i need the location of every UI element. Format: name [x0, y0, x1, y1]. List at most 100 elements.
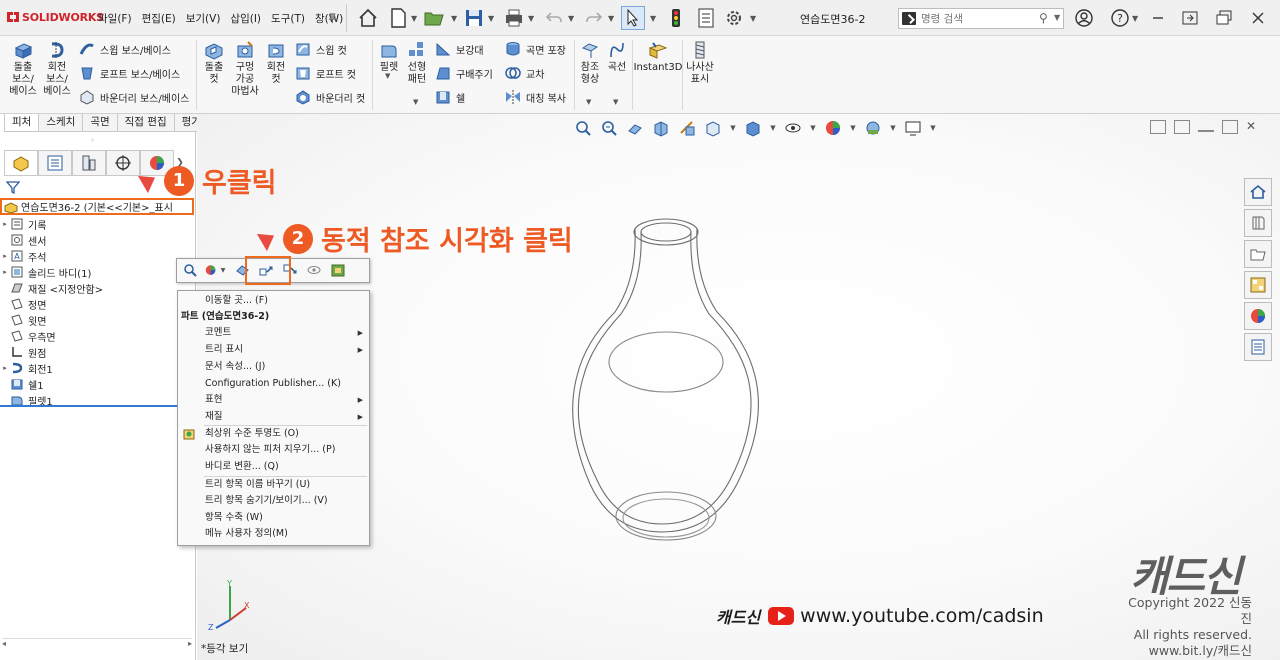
- hole-wizard-button[interactable]: 구멍 가공 마법사: [230, 40, 260, 98]
- tree-item-revolve1[interactable]: ▸ 회전1: [0, 360, 194, 376]
- menu-file[interactable]: 파일(F): [98, 11, 132, 26]
- boundary-cut-button[interactable]: 바운더리 컷: [294, 88, 365, 106]
- menu-tools[interactable]: 도구(T): [271, 11, 305, 26]
- apply-scene-icon[interactable]: [862, 118, 884, 138]
- revolve-cut-button[interactable]: 회전 컷: [262, 40, 290, 86]
- featuremanager-tab-icon[interactable]: [4, 150, 38, 176]
- linear-pattern-button[interactable]: 선형 패턴: [404, 40, 430, 86]
- zoom-to-area-icon[interactable]: [598, 118, 620, 138]
- menu-edit[interactable]: 편집(E): [142, 11, 176, 26]
- cosmetic-thread-button[interactable]: 나사산 표시: [686, 40, 714, 86]
- dynamic-annotation-icon[interactable]: [676, 118, 698, 138]
- loft-cut-button[interactable]: 로프트 컷: [294, 64, 356, 82]
- select-pointer-icon[interactable]: [621, 6, 645, 30]
- menu-item-tree-display[interactable]: 트리 표시 ▶: [178, 342, 369, 358]
- scroll-right-icon[interactable]: ▸: [188, 639, 192, 648]
- tab-surfaces[interactable]: 곡면: [82, 114, 118, 132]
- zoom-to-fit-icon[interactable]: [572, 118, 594, 138]
- tree-item-annotations[interactable]: ▸ A 주석: [0, 248, 194, 264]
- menu-item-rename-tree-item[interactable]: 트리 항목 이름 바꾸기 (U): [178, 477, 369, 493]
- expand-arrow-icon[interactable]: ▸: [0, 268, 10, 276]
- display-style-icon[interactable]: [742, 118, 764, 138]
- search-icon[interactable]: ⚲: [1039, 11, 1048, 25]
- tile-window-icon[interactable]: [1212, 6, 1236, 30]
- menu-view[interactable]: 보기(V): [186, 11, 221, 26]
- design-library-icon[interactable]: [1244, 209, 1272, 237]
- open-folder-icon[interactable]: [422, 6, 446, 30]
- extrude-cut-button[interactable]: 돌출 컷: [200, 40, 228, 86]
- view-orientation-icon[interactable]: [702, 118, 724, 138]
- file-properties-icon[interactable]: [694, 6, 718, 30]
- menu-item-collapse-items[interactable]: 항목 수축 (W): [178, 510, 369, 526]
- scene-dropdown-icon[interactable]: ▼: [888, 118, 898, 138]
- rollback-bar[interactable]: [0, 405, 195, 407]
- pattern-dropdown-icon[interactable]: ▼: [413, 98, 418, 106]
- home-icon[interactable]: [356, 6, 380, 30]
- options-dropdown-icon[interactable]: ▼: [750, 14, 756, 23]
- appearances-scenes-icon[interactable]: [1244, 302, 1272, 330]
- pin-icon[interactable]: [325, 6, 339, 30]
- panel-splitter-handle-icon[interactable]: ◦: [90, 136, 95, 145]
- doc-expand-panel-icon[interactable]: [1174, 120, 1190, 134]
- menu-item-go-to[interactable]: 이동할 곳... (F): [178, 293, 369, 309]
- edit-appearance-icon[interactable]: [822, 118, 844, 138]
- menu-item-material[interactable]: 재질 ▶: [178, 409, 369, 425]
- help-dropdown-icon[interactable]: ▼: [1132, 14, 1138, 23]
- wrap-button[interactable]: 곡면 포장: [504, 40, 566, 58]
- instant3d-button[interactable]: Instant3D: [634, 40, 682, 74]
- select-dropdown-icon[interactable]: ▼: [650, 14, 656, 23]
- boundary-boss-button[interactable]: 바운더리 보스/베이스: [78, 88, 189, 106]
- mirror-button[interactable]: 대칭 복사: [504, 88, 566, 106]
- expand-arrow-icon[interactable]: ▸: [0, 364, 10, 372]
- section-view-icon[interactable]: [650, 118, 672, 138]
- draft-button[interactable]: 구배주기: [434, 64, 493, 82]
- menu-item-top-level-transparency[interactable]: 최상위 수준 투명도 (O): [178, 426, 369, 442]
- tree-item-origin[interactable]: 원점: [0, 344, 194, 360]
- doc-close-icon[interactable]: ✕: [1246, 120, 1262, 134]
- search-input[interactable]: [921, 11, 1031, 26]
- solidworks-logo[interactable]: SOLIDWORKS: [6, 11, 104, 24]
- menu-item-hide-show-tree-items[interactable]: 트리 항목 숨기기/보이기... (V): [178, 493, 369, 509]
- file-explorer-icon[interactable]: [1244, 240, 1272, 268]
- view-settings-icon[interactable]: [902, 118, 924, 138]
- loft-boss-button[interactable]: 로프트 보스/베이스: [78, 64, 180, 82]
- display-style-dropdown-icon[interactable]: ▼: [768, 118, 778, 138]
- sweep-boss-button[interactable]: 스윕 보스/베이스: [78, 40, 171, 58]
- hide-show-items-icon[interactable]: [782, 118, 804, 138]
- undo-dropdown-icon[interactable]: ▼: [568, 14, 574, 23]
- intersect-button[interactable]: 교차: [504, 64, 544, 82]
- expand-arrow-icon[interactable]: ▸: [0, 252, 10, 260]
- reference-geometry-button[interactable]: 참조 형상: [578, 40, 602, 86]
- menu-item-appearance[interactable]: 표현 ▶: [178, 392, 369, 408]
- curves-dropdown-icon[interactable]: ▼: [613, 98, 618, 106]
- doc-minimize-panel-icon[interactable]: [1150, 120, 1166, 134]
- doc-restore-icon[interactable]: [1222, 120, 1238, 134]
- tree-item-solid-bodies[interactable]: ▸ 솔리드 바디(1): [0, 264, 194, 280]
- extrude-boss-button[interactable]: 돌출 보스/ 베이스: [8, 40, 38, 98]
- tree-item-shell1[interactable]: 쉘1: [0, 376, 194, 392]
- tree-item-history[interactable]: ▸ 기록: [0, 216, 194, 232]
- tree-item-material[interactable]: 재질 <지정안함>: [0, 280, 194, 296]
- rib-button[interactable]: 보강대: [434, 40, 484, 58]
- fillet-button[interactable]: 필렛: [376, 40, 402, 74]
- hide-show-dropdown-icon[interactable]: ▼: [808, 118, 818, 138]
- solidworks-resources-icon[interactable]: [1244, 178, 1272, 206]
- view-settings-dropdown-icon[interactable]: ▼: [928, 118, 938, 138]
- revolve-boss-button[interactable]: 회전 보스/ 베이스: [42, 40, 72, 98]
- filter-icon[interactable]: [6, 180, 20, 194]
- doc-minimize-icon[interactable]: [1198, 130, 1214, 132]
- minimize-icon[interactable]: [1146, 6, 1170, 30]
- previous-view-icon[interactable]: [624, 118, 646, 138]
- fillet-dropdown-icon[interactable]: ▼: [385, 72, 390, 80]
- tab-features[interactable]: 피처: [4, 114, 40, 132]
- tab-sketch[interactable]: 스케치: [38, 114, 84, 132]
- restore-icon[interactable]: [1178, 6, 1202, 30]
- propertymanager-tab-icon[interactable]: [38, 150, 72, 176]
- scroll-left-icon[interactable]: ◂: [2, 639, 6, 648]
- menu-item-document-properties[interactable]: 문서 속성... (J): [178, 359, 369, 375]
- zoom-to-selection-icon[interactable]: [181, 262, 199, 280]
- options-gear-icon[interactable]: [722, 6, 746, 30]
- new-document-icon[interactable]: [386, 6, 410, 30]
- part-root-node[interactable]: 연습도면36-2 (기본<<기본>_표시: [0, 198, 194, 215]
- rebuild-traffic-light-icon[interactable]: [664, 6, 688, 30]
